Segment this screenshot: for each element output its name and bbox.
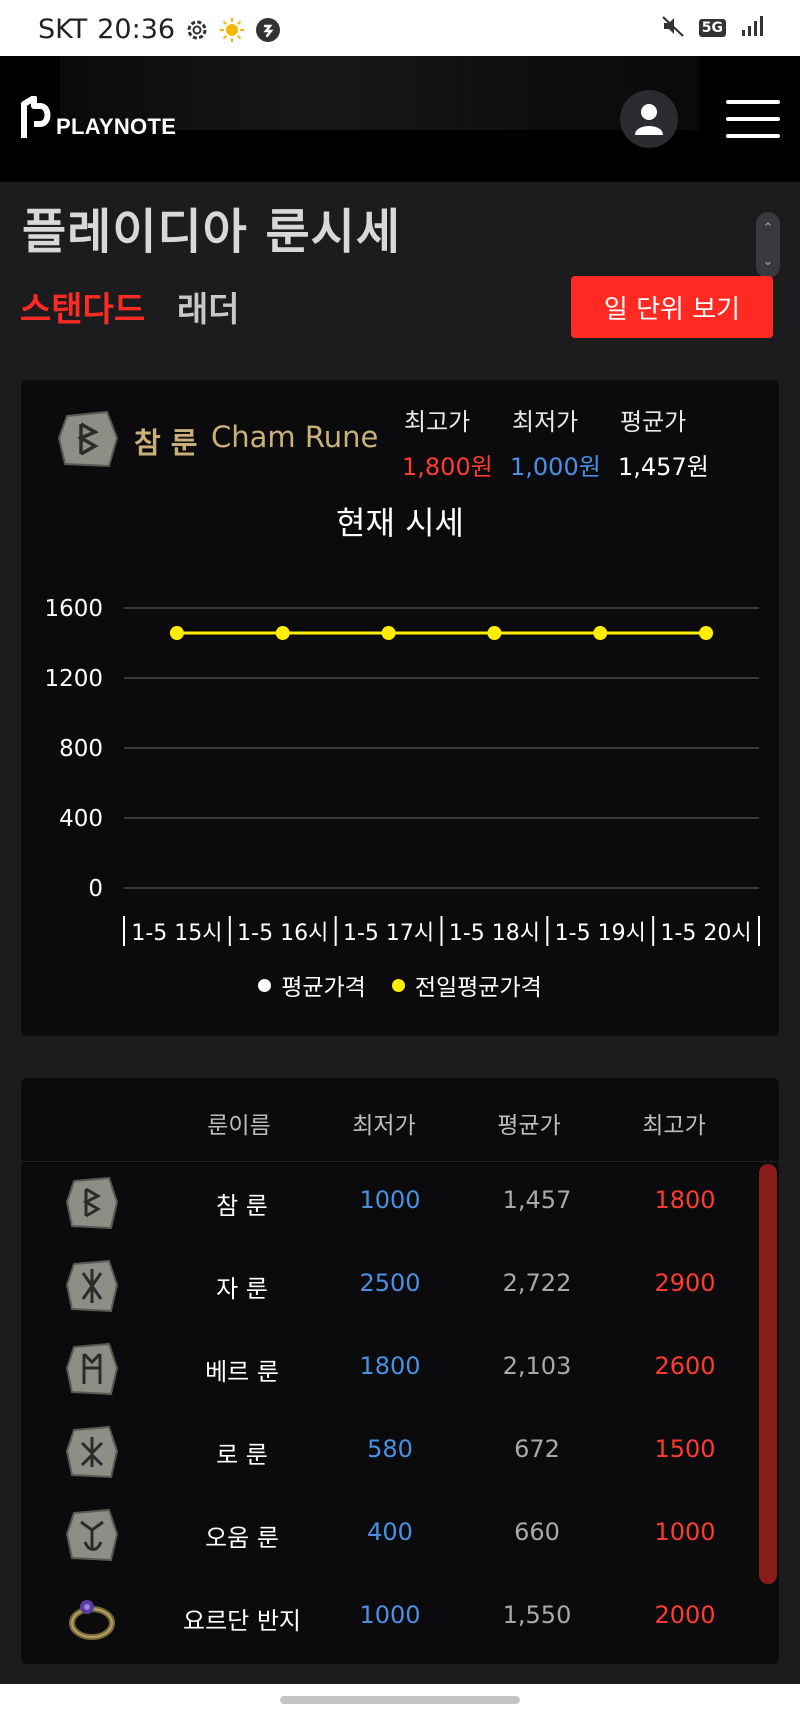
menu-line bbox=[726, 117, 780, 121]
rune-price-table: 룬이름 최저가 평균가 최고가 참 룬 1000 1,457 1800 자 룬 … bbox=[21, 1078, 779, 1664]
table-row[interactable]: 로 룬 580 672 1500 bbox=[21, 1411, 741, 1494]
avg-price: 2,103 bbox=[502, 1352, 572, 1380]
max-price: 1000 bbox=[654, 1518, 716, 1546]
x-tick-label: 1-5 16시 bbox=[237, 921, 328, 946]
avg-price: 672 bbox=[514, 1435, 560, 1463]
sun-icon bbox=[219, 17, 245, 43]
table-header: 룬이름 최저가 평균가 최고가 bbox=[21, 1078, 779, 1162]
column-header-max: 최고가 bbox=[642, 1113, 706, 1139]
column-header-avg: 평균가 bbox=[497, 1113, 561, 1139]
max-price: 2600 bbox=[654, 1352, 716, 1380]
y-tick-label: 1600 bbox=[44, 596, 103, 622]
data-point bbox=[593, 626, 608, 641]
x-tick-label: 1-5 19시 bbox=[555, 921, 646, 946]
scroll-up-down-control[interactable]: ⌃ ⌄ bbox=[756, 212, 780, 278]
avg-price: 660 bbox=[514, 1518, 560, 1546]
ohm-rune-icon bbox=[65, 1508, 119, 1562]
carrier-label: SKT bbox=[38, 14, 88, 45]
data-point bbox=[487, 626, 502, 641]
day-view-button[interactable]: 일 단위 보기 bbox=[571, 276, 773, 338]
page-title: 플레이디아 룬시세 bbox=[22, 204, 401, 260]
rune-name: 베르 룬 bbox=[205, 1358, 279, 1386]
price-chart-card: 참 룬 Cham Rune 최고가 1,800원 최저가 1,000원 평균가 … bbox=[21, 380, 779, 1036]
settings-gear-icon bbox=[185, 18, 209, 42]
column-header-min: 최저가 bbox=[352, 1113, 416, 1139]
table-row[interactable]: 자 룬 2500 2,722 2900 bbox=[21, 1245, 741, 1328]
signal-icon bbox=[740, 14, 764, 42]
data-point bbox=[169, 626, 184, 641]
table-row[interactable]: 참 룬 1000 1,457 1800 bbox=[21, 1162, 741, 1245]
min-price: 1000 bbox=[359, 1186, 421, 1214]
chart-legend: 평균가격 전일평균가격 bbox=[21, 968, 779, 1002]
tab-ladder[interactable]: 래더 bbox=[177, 282, 240, 331]
rune-name: 요르단 반지 bbox=[182, 1607, 302, 1635]
x-tick-label: 1-5 17시 bbox=[343, 921, 434, 946]
table-row[interactable]: 요르단 반지 1000 1,550 2000 bbox=[21, 1577, 741, 1660]
jordan-ring-icon bbox=[69, 1600, 115, 1640]
table-row[interactable]: 베르 룬 1800 2,103 2600 bbox=[21, 1328, 741, 1411]
playnote-logo-icon bbox=[21, 96, 51, 138]
jah-rune-icon bbox=[65, 1259, 119, 1313]
table-scrollbar[interactable] bbox=[759, 1164, 777, 1584]
line-chart: 0 400 800 1200 1600 1-5 15시 1-5 16시 1-5 17시 1-5 … bbox=[44, 596, 760, 946]
logo-text: PLAYNOTE bbox=[56, 114, 177, 139]
hamburger-menu-icon[interactable] bbox=[726, 100, 780, 138]
cham-rune-icon bbox=[65, 1176, 119, 1230]
legend-item-avg[interactable]: 평균가격 bbox=[258, 968, 366, 1002]
x-tick-label: 1-5 20시 bbox=[660, 921, 751, 946]
max-price: 2900 bbox=[654, 1269, 716, 1297]
min-price: 1000 bbox=[359, 1601, 421, 1629]
rune-name: 오움 룬 bbox=[205, 1524, 279, 1552]
rune-name: 참 룬 bbox=[216, 1192, 268, 1220]
avg-price: 1,457 bbox=[502, 1186, 572, 1214]
rune-name: 자 룬 bbox=[216, 1275, 268, 1303]
playnote-logo[interactable]: PLAYNOTE bbox=[20, 96, 176, 140]
min-price: 580 bbox=[367, 1435, 413, 1463]
data-point bbox=[699, 626, 714, 641]
min-price: 400 bbox=[367, 1518, 413, 1546]
lo-rune-icon bbox=[65, 1425, 119, 1479]
data-point bbox=[381, 626, 396, 641]
status-bar: SKT 20:36 5G bbox=[0, 0, 800, 56]
x-tick-label: 1-5 18시 bbox=[449, 921, 540, 946]
chevron-down-icon: ⌄ bbox=[762, 254, 774, 269]
legend-item-prev-day-avg[interactable]: 전일평균가격 bbox=[391, 968, 542, 1002]
legend-dot-white bbox=[258, 978, 272, 992]
rune-name: 로 룬 bbox=[216, 1441, 268, 1469]
min-price: 2500 bbox=[359, 1269, 421, 1297]
y-tick-label: 400 bbox=[59, 806, 103, 832]
shazam-icon bbox=[255, 17, 281, 43]
max-price: 1800 bbox=[654, 1186, 716, 1214]
avg-price: 1,550 bbox=[502, 1601, 572, 1629]
user-icon bbox=[635, 104, 663, 135]
mute-icon bbox=[661, 14, 685, 42]
user-account-button[interactable] bbox=[620, 90, 678, 148]
legend-label: 전일평균가격 bbox=[414, 975, 542, 1001]
ber-rune-icon bbox=[65, 1342, 119, 1396]
y-tick-label: 800 bbox=[59, 736, 103, 762]
max-price: 2000 bbox=[654, 1601, 716, 1629]
network-5g-icon: 5G bbox=[698, 19, 726, 37]
column-header-name: 룬이름 bbox=[207, 1113, 271, 1139]
avg-price: 2,722 bbox=[502, 1269, 572, 1297]
y-tick-label: 0 bbox=[88, 876, 103, 902]
menu-line bbox=[726, 100, 780, 104]
chevron-up-icon: ⌃ bbox=[762, 221, 774, 236]
table-row[interactable]: 오움 룬 400 660 1000 bbox=[21, 1494, 741, 1577]
tab-standard[interactable]: 스탠다드 bbox=[20, 282, 145, 331]
x-tick-label: 1-5 15시 bbox=[131, 921, 222, 946]
min-price: 1800 bbox=[359, 1352, 421, 1380]
menu-line bbox=[726, 134, 780, 138]
legend-dot-yellow bbox=[391, 978, 405, 992]
y-tick-label: 1200 bbox=[44, 666, 103, 692]
data-point bbox=[275, 626, 290, 641]
clock: 20:36 bbox=[97, 14, 176, 45]
home-gesture-handle[interactable] bbox=[280, 1696, 520, 1704]
site-header: PLAYNOTE bbox=[0, 56, 800, 182]
legend-label: 평균가격 bbox=[281, 975, 366, 1001]
max-price: 1500 bbox=[654, 1435, 716, 1463]
